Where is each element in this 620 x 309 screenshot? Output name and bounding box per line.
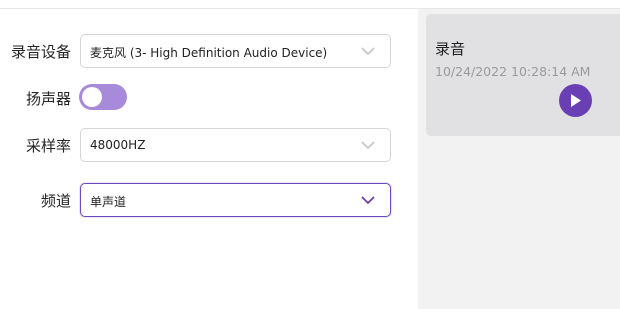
channel-row: 频道 单声道 — [0, 183, 418, 217]
recording-device-select[interactable]: 麦克风 (3- High Definition Audio Device) — [80, 34, 391, 68]
sample-rate-value: 48000HZ — [90, 138, 146, 152]
recordings-panel: 录音 10/24/2022 10:28:14 AM — [418, 9, 620, 309]
settings-panel: 录音设备 麦克风 (3- High Definition Audio Devic… — [0, 9, 418, 309]
recording-timestamp: 10/24/2022 10:28:14 AM — [435, 64, 591, 79]
speaker-row: 扬声器 — [0, 81, 418, 115]
recording-title: 录音 — [435, 40, 466, 58]
toggle-knob — [82, 87, 102, 107]
recording-device-value: 麦克风 (3- High Definition Audio Device) — [90, 46, 328, 60]
channel-value: 单声道 — [90, 195, 127, 209]
recording-device-label: 录音设备 — [10, 43, 71, 61]
chevron-down-icon — [361, 196, 375, 205]
channel-select[interactable]: 单声道 — [80, 183, 391, 217]
recording-device-row: 录音设备 麦克风 (3- High Definition Audio Devic… — [0, 34, 418, 68]
sample-rate-label: 采样率 — [25, 137, 71, 155]
chevron-down-icon — [361, 141, 375, 150]
app-window: 录音设备 麦克风 (3- High Definition Audio Devic… — [0, 0, 620, 309]
chevron-down-icon — [361, 47, 375, 56]
play-button[interactable] — [559, 84, 592, 117]
play-icon — [571, 94, 581, 107]
sample-rate-row: 采样率 48000HZ — [0, 128, 418, 162]
recording-card[interactable]: 录音 10/24/2022 10:28:14 AM — [426, 14, 620, 136]
sample-rate-select[interactable]: 48000HZ — [80, 128, 391, 162]
speaker-label: 扬声器 — [25, 90, 71, 108]
channel-label: 频道 — [40, 192, 71, 210]
speaker-toggle[interactable] — [79, 84, 127, 110]
